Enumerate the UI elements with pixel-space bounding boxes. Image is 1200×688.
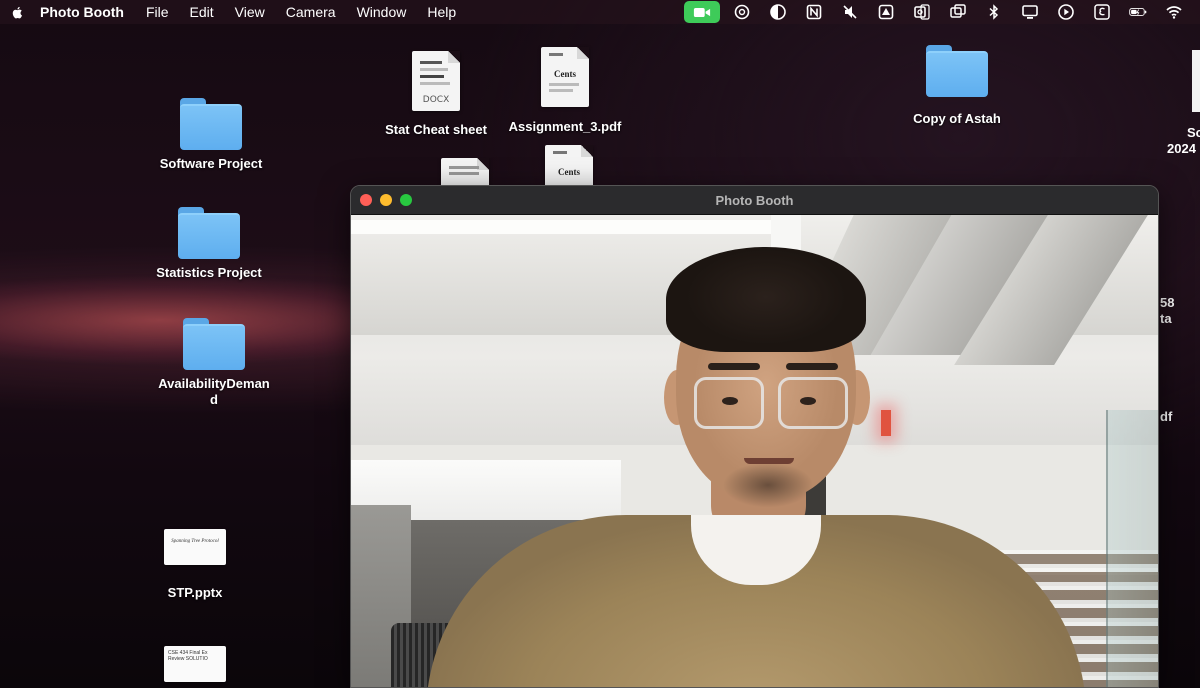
pdf-preview-title: Cents	[554, 69, 576, 79]
pdf-file-icon: Cents	[545, 145, 593, 185]
outlook-icon[interactable]	[904, 0, 940, 24]
apple-menu-icon[interactable]	[10, 4, 26, 20]
menu-app-name[interactable]: Photo Booth	[40, 4, 124, 20]
camera-preview	[351, 215, 1158, 687]
desktop-folder-statistics-project[interactable]: Statistics Project	[139, 207, 279, 281]
status-menus	[684, 0, 1192, 24]
screen-mirror-icon[interactable]	[940, 0, 976, 24]
desktop-item-label: AvailabilityDeman d	[158, 376, 270, 407]
desktop-file-partial-pdf[interactable]: Cents	[499, 145, 639, 185]
desktop-item-label: STP.pptx	[167, 585, 223, 600]
folder-icon	[180, 98, 242, 150]
slide-thumbnail: Spanning Tree Protocol	[164, 529, 226, 565]
docx-tag: DOCX	[422, 95, 450, 105]
keyboard-input-icon[interactable]	[1084, 0, 1120, 24]
desktop-file-cse434-review[interactable]: CSE 434 Final Ex Review SOLUTIO	[125, 646, 265, 682]
contrast-icon[interactable]	[760, 0, 796, 24]
partial-label-58: 58	[1160, 295, 1175, 310]
partial-label-df: df	[1160, 409, 1173, 424]
partial-label-2024: 2024	[1167, 141, 1196, 156]
camera-in-use-icon[interactable]	[684, 1, 720, 23]
menu-file[interactable]: File	[146, 4, 169, 20]
drive-icon[interactable]	[868, 0, 904, 24]
wifi-icon[interactable]	[1156, 0, 1192, 24]
folder-icon	[183, 318, 245, 370]
battery-icon[interactable]	[1120, 0, 1156, 24]
docx-file-icon: DOCX	[412, 51, 460, 111]
pdf-file-icon: Cents	[541, 47, 589, 107]
menu-camera[interactable]: Camera	[286, 4, 336, 20]
display-icon[interactable]	[1012, 0, 1048, 24]
partial-file-icon[interactable]	[1192, 50, 1200, 112]
document-file-icon	[441, 158, 489, 185]
desktop-item-label: Assignment_3.pdf	[508, 119, 622, 134]
desktop-item-label: Stat Cheat sheet	[385, 122, 487, 137]
window-title: Photo Booth	[715, 192, 794, 208]
desktop-folder-copy-of-astah[interactable]: Copy of Astah	[887, 45, 1027, 127]
desktop-file-assignment-3-pdf[interactable]: Cents Assignment_3.pdf	[495, 47, 635, 135]
slide-thumbnail: CSE 434 Final Ex Review SOLUTIO	[164, 646, 226, 682]
window-titlebar[interactable]: Photo Booth	[351, 186, 1158, 215]
mute-icon[interactable]	[832, 0, 868, 24]
folder-icon	[926, 45, 988, 97]
menu-view[interactable]: View	[235, 4, 265, 20]
bluetooth-icon[interactable]	[976, 0, 1012, 24]
desktop-item-label: Statistics Project	[156, 265, 262, 280]
person-in-camera	[426, 215, 1086, 687]
desktop-folder-availability-demand[interactable]: AvailabilityDeman d	[144, 318, 284, 408]
notion-icon[interactable]	[796, 0, 832, 24]
menu-edit[interactable]: Edit	[190, 4, 214, 20]
desktop-folder-software-project[interactable]: Software Project	[141, 98, 281, 172]
menu-window[interactable]: Window	[357, 4, 407, 20]
menu-bar: Photo Booth File Edit View Camera Window…	[0, 0, 1200, 24]
menu-help[interactable]: Help	[427, 4, 456, 20]
folder-icon	[178, 207, 240, 259]
pdf-preview-title: Cents	[558, 167, 580, 177]
desktop-item-label: Software Project	[159, 156, 263, 171]
chatgpt-icon[interactable]	[724, 0, 760, 24]
desktop-file-stat-cheat-sheet[interactable]: DOCX Stat Cheat sheet	[366, 51, 506, 138]
desktop-file-stp-pptx[interactable]: Spanning Tree Protocol STP.pptx	[125, 529, 265, 601]
partial-label-ta: ta	[1160, 311, 1172, 326]
desktop-item-label: Copy of Astah	[913, 111, 1001, 126]
play-icon[interactable]	[1048, 0, 1084, 24]
photo-booth-window: Photo Booth	[350, 185, 1159, 688]
partial-label-sc: Sc	[1187, 125, 1200, 140]
